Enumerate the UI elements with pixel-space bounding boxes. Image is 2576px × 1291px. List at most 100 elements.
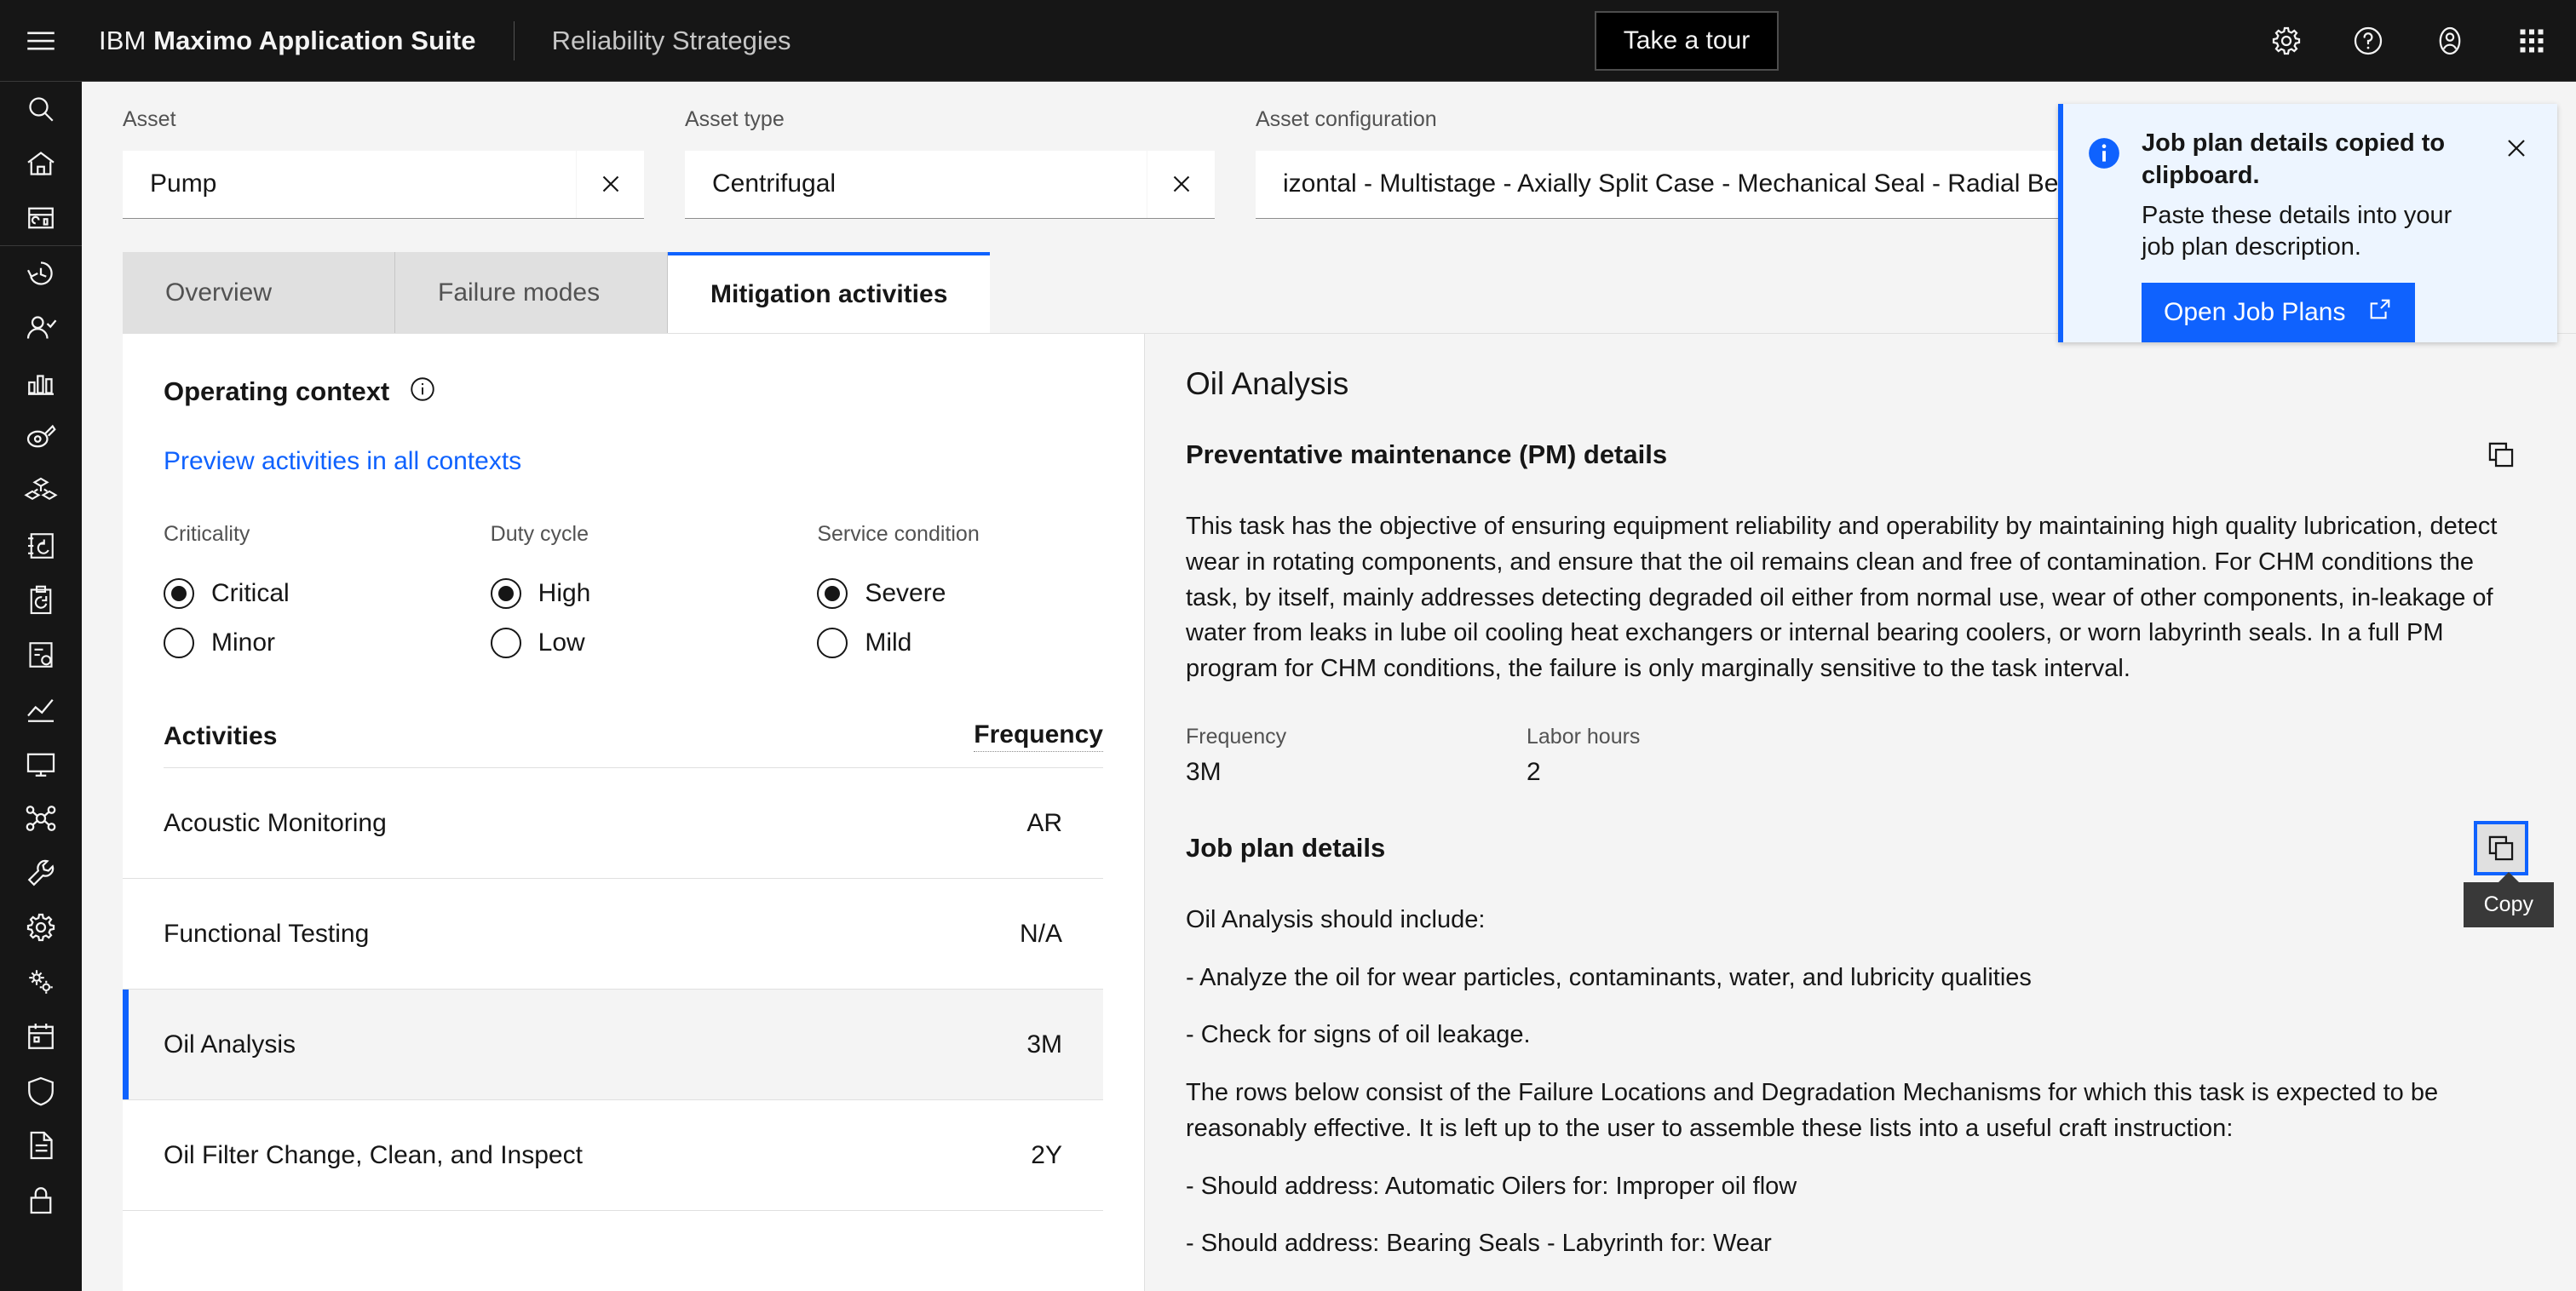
radio-dot-icon[interactable] [817, 628, 848, 658]
sidebar-item-settings[interactable] [0, 900, 82, 955]
radio-dot-icon[interactable] [164, 628, 194, 658]
sidebar-item-home[interactable] [0, 136, 82, 191]
radio-mild[interactable]: Mild [817, 618, 1144, 668]
header-icon-group [2245, 0, 2576, 81]
close-icon[interactable] [2493, 124, 2540, 172]
radio-dot-icon[interactable] [164, 578, 194, 609]
radio-critical[interactable]: Critical [164, 569, 491, 618]
activity-name: Acoustic Monitoring [164, 808, 387, 837]
duty-cycle-label: Duty cycle [490, 522, 589, 546]
sidebar-item-shield[interactable] [0, 1064, 82, 1118]
activity-name: Oil Analysis [164, 1030, 296, 1059]
sidebar-item-analytics[interactable] [0, 682, 82, 737]
radio-high[interactable]: High [490, 569, 818, 618]
asset-type-input-box[interactable]: Centrifugal [685, 150, 1215, 219]
detail-title: Oil Analysis [1186, 366, 1349, 401]
sidebar-item-dashboard[interactable] [0, 191, 82, 245]
user-avatar-icon[interactable] [2409, 0, 2491, 81]
close-icon[interactable] [576, 150, 644, 218]
sidebar-item-network[interactable] [0, 791, 82, 846]
app-root: IBM Maximo Application Suite Reliability… [0, 0, 2576, 1291]
left-nav-rail[interactable] [0, 82, 82, 1291]
copy-icon[interactable] [2474, 820, 2528, 875]
sidebar-item-lock[interactable] [0, 1173, 82, 1227]
sidebar-item-task-loop[interactable] [0, 519, 82, 573]
sidebar-item-report[interactable] [0, 628, 82, 682]
activity-name: Oil Filter Change, Clean, and Inspect [164, 1140, 583, 1169]
asset-type-label: Asset type [685, 107, 785, 131]
activity-frequency: N/A [1019, 919, 1062, 948]
brand[interactable]: IBM Maximo Application Suite Reliability… [82, 0, 791, 81]
table-row[interactable]: Oil Analysis 3M [123, 990, 1103, 1100]
toast-body: Job plan details copied to clipboard. Pa… [2131, 128, 2537, 342]
information-icon[interactable] [408, 375, 437, 408]
list-item: - Analyze the oil for wear particles, co… [1186, 963, 2032, 991]
help-icon[interactable] [2327, 0, 2409, 81]
radio-label: High [538, 579, 591, 607]
sidebar-item-clipboard-sync[interactable] [0, 573, 82, 628]
hamburger-menu-icon[interactable] [0, 0, 82, 81]
operating-context-radios: Criticality Critical Minor Duty cycle Hi… [123, 476, 1144, 668]
operating-context-pane: Operating context Preview activities in … [123, 334, 1145, 1291]
toast-notification: Job plan details copied to clipboard. Pa… [2058, 104, 2557, 342]
radio-label: Minor [211, 628, 276, 657]
content-panes: Operating context Preview activities in … [82, 334, 2576, 1291]
pm-metadata: Frequency 3M Labor hours 2 [1186, 725, 2528, 787]
list-item: The rows below consist of the Failure Lo… [1186, 1079, 2439, 1142]
toast-subtitle: Paste these details into your job plan d… [2142, 202, 2452, 261]
radio-group-service-condition: Service condition Severe Mild [817, 522, 1144, 668]
sidebar-item-asset[interactable] [0, 410, 82, 464]
list-item: - Check for signs of oil leakage. [1186, 1021, 1531, 1049]
activities-table-header: Activities Frequency [164, 705, 1103, 768]
asset-type-input[interactable]: Centrifugal [685, 169, 1147, 198]
brand-title: IBM Maximo Application Suite [99, 25, 476, 55]
tab-mitigation-activities[interactable]: Mitigation activities [668, 252, 991, 333]
asset-input-box[interactable]: Pump [123, 150, 644, 219]
pm-details-paragraph: This task has the objective of ensuring … [1186, 513, 2498, 682]
asset-input[interactable]: Pump [123, 169, 576, 198]
preview-activities-link[interactable]: Preview activities in all contexts [123, 408, 521, 476]
sidebar-item-search[interactable] [0, 82, 82, 136]
list-item: - Should address: Bearing Seals - Labyri… [1186, 1230, 1772, 1258]
operating-context-header: Operating context [123, 334, 1144, 408]
sidebar-item-monitor[interactable] [0, 737, 82, 791]
sidebar-item-tool[interactable] [0, 846, 82, 900]
sidebar-item-document[interactable] [0, 1118, 82, 1173]
activity-name: Functional Testing [164, 919, 370, 948]
close-icon[interactable] [1147, 150, 1215, 218]
pm-details-header: Preventative maintenance (PM) details [1186, 439, 2528, 482]
sidebar-item-cube-stack[interactable] [0, 464, 82, 519]
tab-failure-modes[interactable]: Failure modes [395, 252, 668, 333]
radio-label: Critical [211, 579, 290, 607]
sidebar-item-user-follow[interactable] [0, 301, 82, 355]
tab-overview[interactable]: Overview [123, 252, 395, 333]
list-item: Oil Analysis should include: [1186, 905, 1486, 933]
app-switcher-icon[interactable] [2491, 0, 2573, 81]
list-item: - Should address: Automatic Oilers for: … [1186, 1172, 1797, 1200]
job-plan-details-header: Job plan details [1186, 820, 2528, 875]
sidebar-item-gears[interactable] [0, 955, 82, 1009]
radio-dot-icon[interactable] [817, 578, 848, 609]
sidebar-item-history[interactable] [0, 246, 82, 301]
radio-low[interactable]: Low [490, 618, 818, 668]
open-job-plans-button[interactable]: Open Job Plans [2142, 282, 2416, 342]
radio-minor[interactable]: Minor [164, 618, 491, 668]
labor-hours-value: 2 [1527, 757, 1541, 786]
sidebar-item-calendar[interactable] [0, 1009, 82, 1064]
external-link-icon [2367, 296, 2393, 329]
gear-icon[interactable] [2245, 0, 2327, 81]
radio-label: Severe [865, 579, 946, 607]
take-a-tour-button[interactable]: Take a tour [1595, 11, 1779, 71]
table-row[interactable]: Functional Testing N/A [123, 879, 1103, 990]
radio-severe[interactable]: Severe [817, 569, 1144, 618]
table-row[interactable]: Acoustic Monitoring AR [123, 768, 1103, 879]
table-row[interactable]: Oil Filter Change, Clean, and Inspect 2Y [123, 1100, 1103, 1211]
radio-dot-icon[interactable] [490, 628, 521, 658]
copy-icon[interactable] [2474, 427, 2528, 482]
column-header-frequency[interactable]: Frequency [974, 720, 1103, 752]
sidebar-item-chart-bar[interactable] [0, 355, 82, 410]
radio-dot-icon[interactable] [490, 578, 521, 609]
list-item: - Should address: Bearings - Antifrictio… [1186, 1284, 2528, 1291]
job-plan-details-body: Oil Analysis should include: - Analyze t… [1186, 903, 2528, 1291]
radio-label: Mild [865, 628, 912, 657]
